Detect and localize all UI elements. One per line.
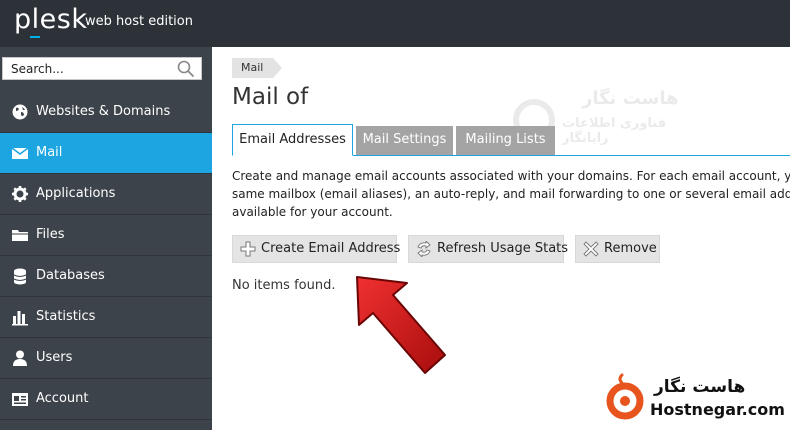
top-bar: plesk web host edition [0, 0, 790, 47]
red-arrow-annotation [356, 276, 446, 374]
envelope-icon [11, 147, 29, 159]
tab-mailing-lists[interactable]: Mailing Lists [456, 126, 555, 155]
sidebar-item-statistics[interactable]: Statistics [0, 297, 212, 338]
sidebar-item-label: Account [36, 391, 89, 406]
description-line: available for your account. [232, 205, 393, 219]
brand-name-en: Hostnegar.com [650, 400, 785, 419]
description-line: Create and manage email accounts associa… [232, 169, 790, 183]
sidebar-item-label: Applications [36, 186, 116, 201]
refresh-icon [417, 241, 431, 257]
create-email-address-button[interactable]: Create Email Address [232, 235, 401, 263]
sidebar-nav: Websites & Domains Mail Applications Fil… [0, 92, 212, 420]
folder-icon [12, 230, 28, 241]
watermark-text: هاست نگار [582, 88, 679, 109]
sidebar-item-files[interactable]: Files [0, 215, 212, 256]
sidebar-item-users[interactable]: Users [0, 338, 212, 379]
sidebar-item-label: Users [36, 350, 73, 365]
sidebar-item-label: Files [36, 227, 65, 242]
search-icon[interactable] [177, 60, 195, 78]
sidebar-item-account[interactable]: Account [0, 379, 212, 420]
user-icon [13, 350, 27, 366]
sidebar-item-applications[interactable]: Applications [0, 174, 212, 215]
description-line: same mailbox (email aliases), an auto-re… [232, 187, 790, 201]
tab-email-addresses[interactable]: Email Addresses [232, 124, 353, 156]
tab-mail-settings[interactable]: Mail Settings [356, 126, 453, 155]
plus-icon [240, 241, 256, 257]
search-input[interactable] [11, 61, 171, 77]
empty-state-text: No items found. [232, 278, 336, 293]
page-title: Mail of [232, 84, 309, 110]
logo-accent [30, 36, 40, 38]
globe-icon [12, 104, 28, 120]
edition-label: web host edition [85, 14, 193, 29]
brand-name-fa: هاست نگار [654, 377, 746, 397]
sidebar-item-label: Mail [36, 145, 63, 160]
account-icon [12, 393, 28, 406]
button-label: Remove [604, 241, 657, 256]
sidebar-item-label: Statistics [36, 309, 96, 324]
sidebar-item-databases[interactable]: Databases [0, 256, 212, 297]
bar-chart-icon [12, 311, 28, 326]
remove-button[interactable]: Remove [575, 235, 660, 263]
refresh-usage-stats-button[interactable]: Refresh Usage Stats [408, 235, 568, 263]
page-description: Create and manage email accounts associa… [232, 167, 790, 221]
sidebar-item-websites-domains[interactable]: Websites & Domains [0, 92, 212, 133]
tab-bar: Email Addresses Mail Settings Mailing Li… [232, 124, 790, 156]
sidebar: Websites & Domains Mail Applications [0, 47, 212, 430]
sidebar-item-label: Databases [36, 268, 105, 283]
plesk-logo[interactable]: plesk [14, 4, 87, 35]
button-label: Refresh Usage Stats [437, 241, 569, 256]
gear-icon [12, 186, 28, 202]
sidebar-item-mail[interactable]: Mail [0, 133, 212, 174]
hostnegar-logo-icon [606, 373, 644, 420]
breadcrumb[interactable]: Mail [232, 58, 283, 78]
database-icon [13, 268, 27, 285]
hostnegar-brand: هاست نگار Hostnegar.com [604, 373, 790, 425]
search-box[interactable] [2, 57, 202, 80]
remove-x-icon [583, 241, 599, 257]
button-label: Create Email Address [261, 241, 401, 256]
sidebar-item-label: Websites & Domains [36, 104, 171, 119]
